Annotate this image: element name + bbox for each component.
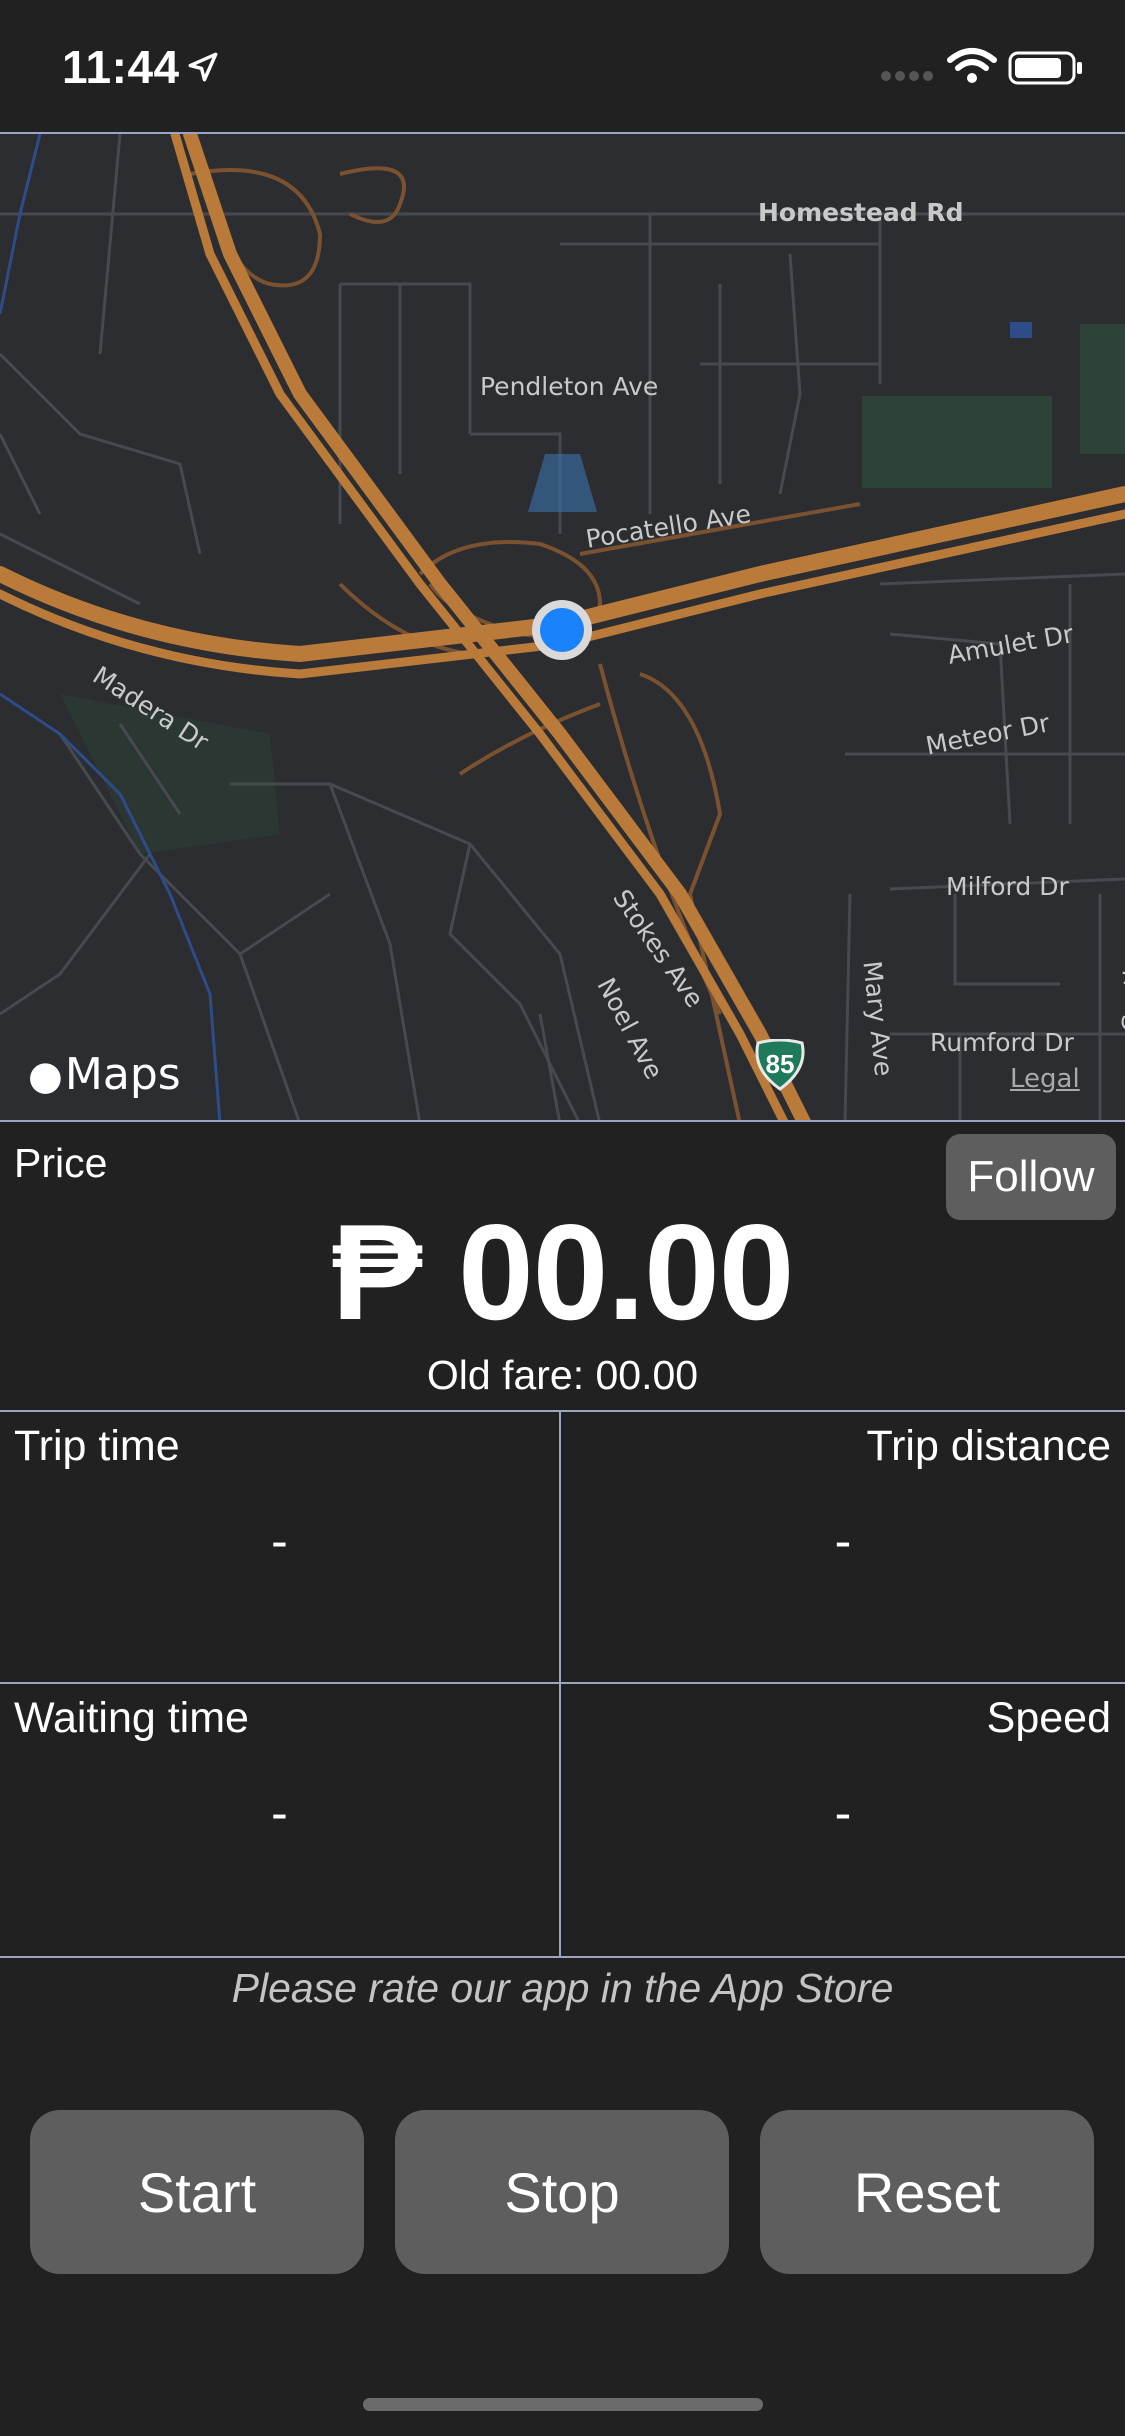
signal-icon [881, 71, 933, 81]
rate-app-prompt[interactable]: Please rate our app in the App Store [0, 1965, 1125, 2012]
map-view[interactable]: Homestead Rd Pendleton Ave Pocatello Ave… [0, 132, 1125, 1122]
price-value: ₱ 00.00 [331, 1196, 795, 1348]
status-bar: 11:44 [0, 0, 1125, 132]
waiting-time-cell: Waiting time - [0, 1684, 561, 1956]
trip-distance-cell: Trip distance - [561, 1412, 1125, 1684]
map-label-rumford: Rumford Dr [930, 1028, 1074, 1057]
start-button[interactable]: Start [30, 2110, 364, 2274]
highway-shield-number: 85 [765, 1049, 795, 1079]
trip-stats-grid: Trip time - Trip distance - Waiting time… [0, 1412, 1125, 1958]
location-arrow-icon [188, 52, 218, 82]
trip-time-value: - [271, 1513, 288, 1569]
old-fare-text: Old fare: 00.00 [426, 1352, 699, 1398]
home-indicator[interactable] [363, 2398, 763, 2411]
speed-label: Speed [986, 1694, 1111, 1742]
maps-logo: ●Maps [28, 1049, 181, 1100]
waiting-time-value: - [271, 1785, 288, 1841]
reset-button[interactable]: Reset [760, 2110, 1094, 2274]
status-time: 11:44 [62, 41, 180, 93]
trip-time-label: Trip time [14, 1422, 180, 1470]
trip-time-cell: Trip time - [0, 1412, 561, 1684]
trip-distance-label: Trip distance [866, 1422, 1111, 1470]
map-roads [0, 134, 1125, 1120]
stop-button[interactable]: Stop [395, 2110, 729, 2274]
price-label: Price [14, 1140, 108, 1186]
battery-icon [1008, 51, 1082, 85]
map-label-homestead: Homestead Rd [758, 198, 964, 227]
map-label-milford: Milford Dr [946, 872, 1069, 901]
speed-value: - [834, 1785, 852, 1841]
waiting-time-label: Waiting time [14, 1694, 249, 1742]
highway-shield-icon: 85 [752, 1038, 808, 1091]
apple-logo-icon: ● [28, 1053, 63, 1099]
trip-distance-value: - [834, 1513, 852, 1569]
legal-link[interactable]: Legal [1010, 1064, 1080, 1094]
maps-logo-text: Maps [64, 1049, 181, 1100]
speed-cell: Speed - [561, 1684, 1125, 1956]
map-label-pendleton: Pendleton Ave [480, 372, 659, 401]
price-section: Price Follow ₱ 00.00 Old fare: 00.00 [0, 1122, 1125, 1412]
wifi-icon [947, 48, 997, 83]
